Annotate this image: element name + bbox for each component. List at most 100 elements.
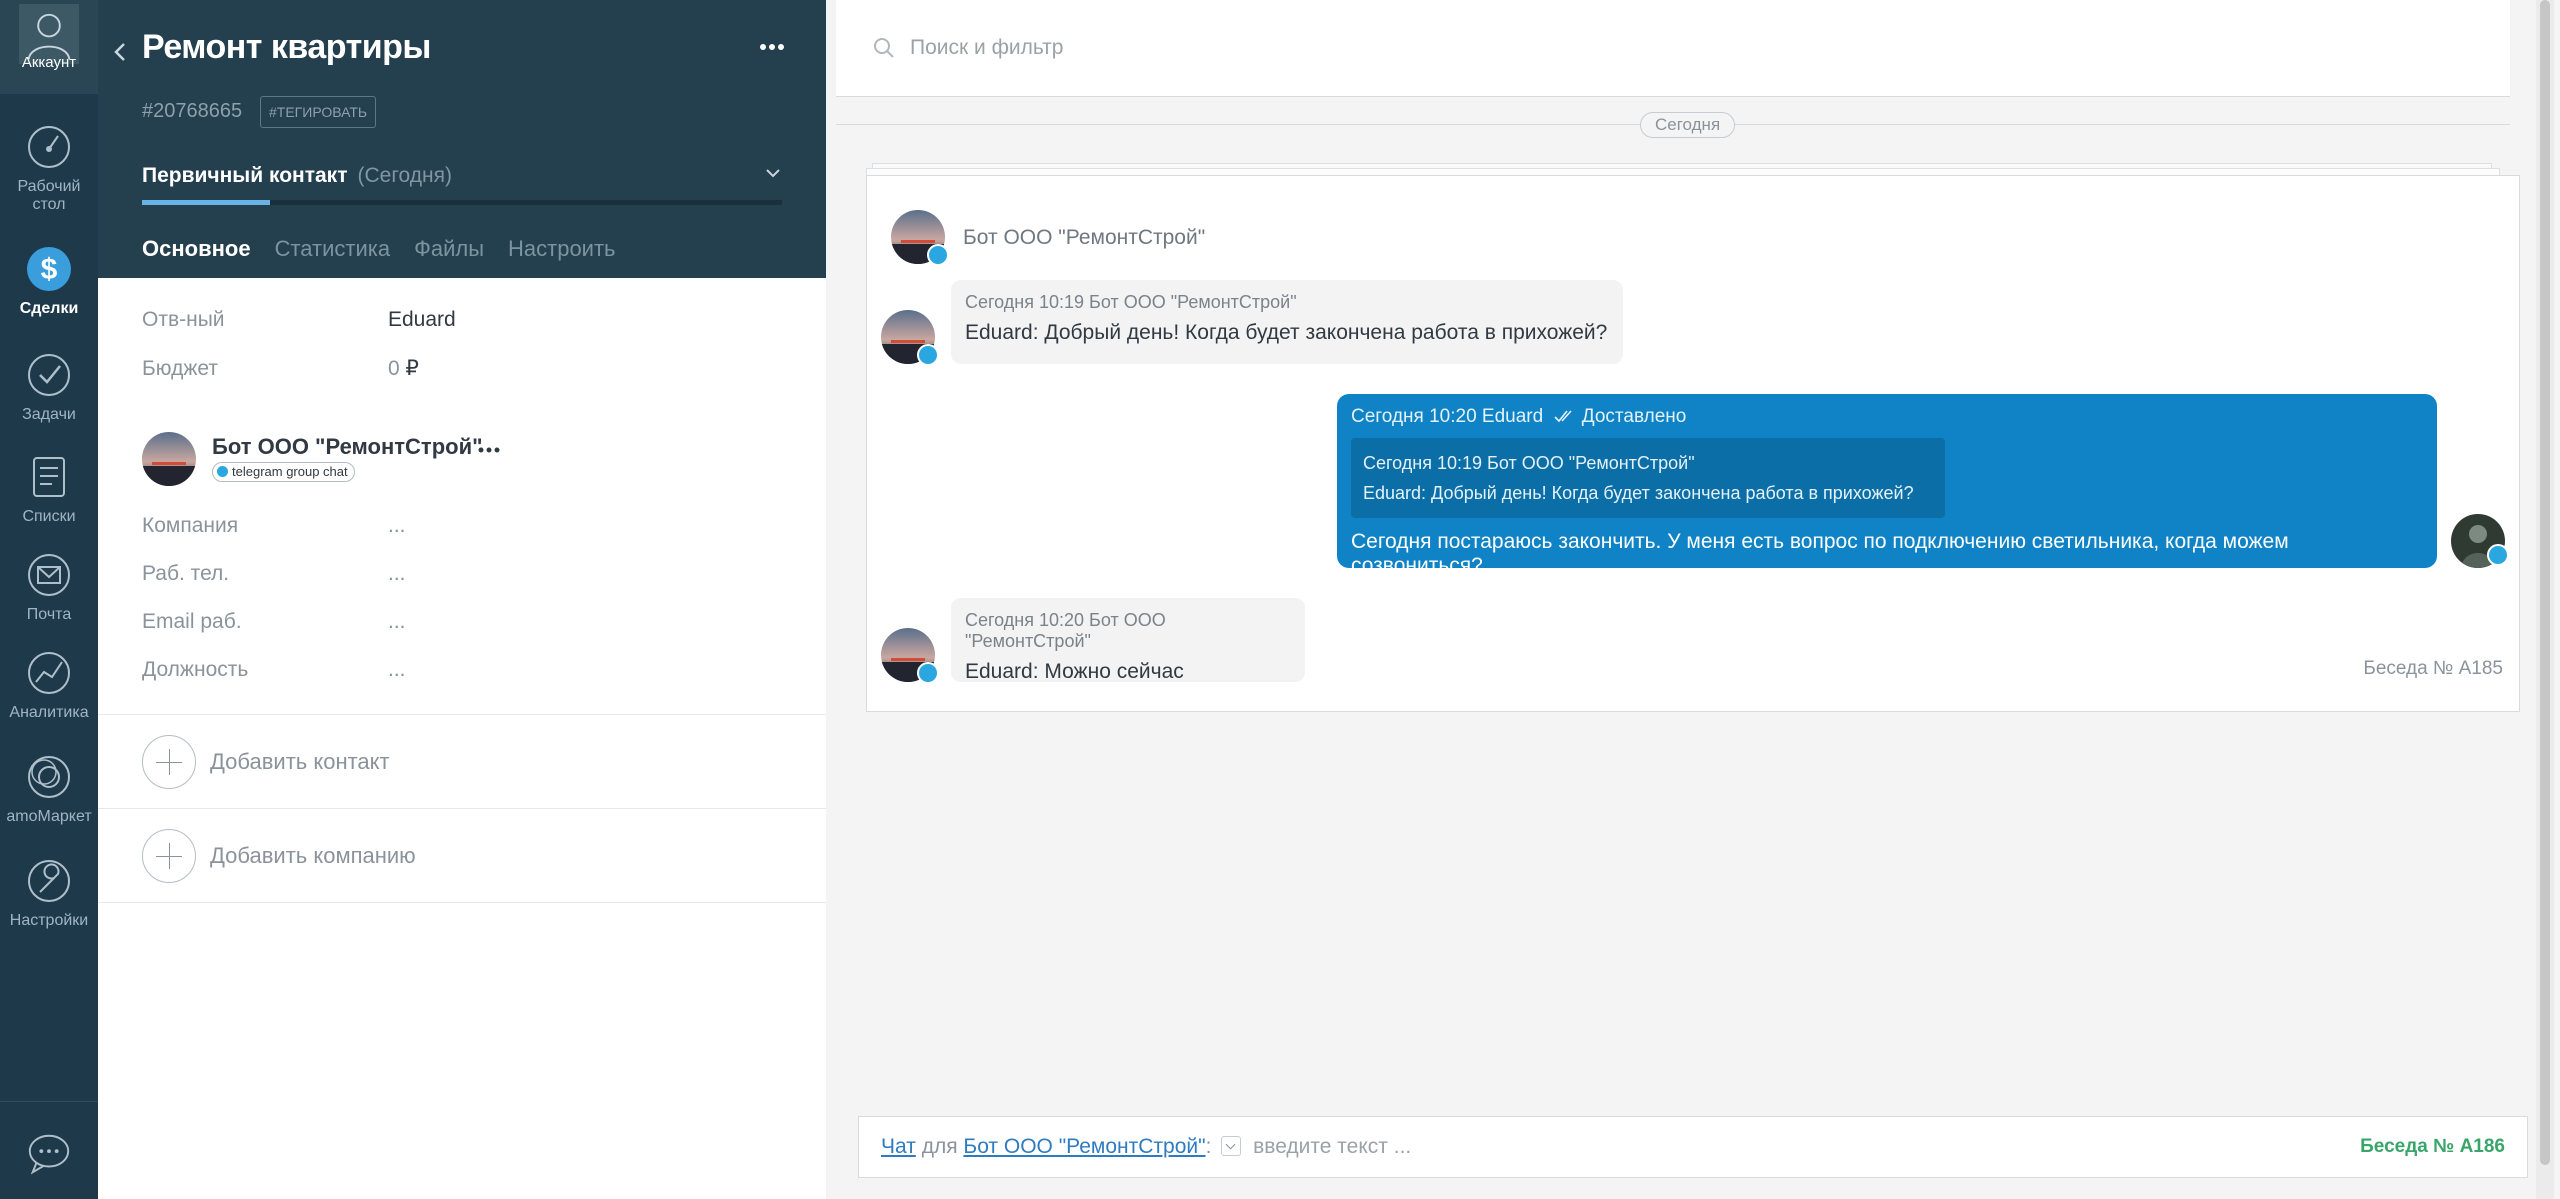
tab-files[interactable]: Файлы xyxy=(414,236,484,278)
responsible-value[interactable]: Eduard xyxy=(388,308,456,331)
field-value[interactable]: ... xyxy=(388,658,406,681)
chat-title[interactable]: Бот ООО "РемонтСтрой" xyxy=(963,226,1205,250)
back-arrow-icon[interactable] xyxy=(110,38,132,66)
contact-more-icon[interactable] xyxy=(478,446,500,454)
budget-amount[interactable]: 0 xyxy=(388,357,400,380)
avatar-image xyxy=(142,432,196,486)
field-value[interactable]: ... xyxy=(388,514,406,537)
nav-label-analytics: Аналитика xyxy=(9,704,89,721)
field-value[interactable]: ... xyxy=(388,562,406,585)
nav-item-deals[interactable]: $ Сделки xyxy=(0,244,98,318)
for-word: для xyxy=(921,1135,958,1158)
field-label: Должность xyxy=(142,658,249,681)
nav-label-dashboard: Рабочий стол xyxy=(17,178,81,213)
telegram-icon xyxy=(927,244,949,266)
nav-label-mail: Почта xyxy=(26,606,72,623)
search-bar[interactable]: Поиск и фильтр xyxy=(836,0,2510,97)
nav-item-account[interactable]: Аккаунт xyxy=(0,0,98,94)
message-text: Eduard: Можно сейчас xyxy=(965,660,1184,683)
nav-item-dashboard[interactable]: Рабочий стол xyxy=(0,122,98,214)
recipient-dropdown-icon[interactable] xyxy=(1221,1136,1242,1156)
telegram-icon xyxy=(217,466,228,477)
dashboard-icon xyxy=(28,126,70,168)
tab-main[interactable]: Основное xyxy=(142,236,251,282)
divider xyxy=(98,902,826,903)
settings-icon xyxy=(28,860,70,902)
date-separator: Сегодня xyxy=(1640,112,1736,138)
scrollbar-thumb[interactable] xyxy=(2540,0,2550,1165)
add-company-label: Добавить компанию xyxy=(210,843,416,868)
search-icon xyxy=(874,38,894,58)
lists-icon xyxy=(33,457,65,497)
currency-symbol: ₽ xyxy=(405,357,419,380)
composer-lead: Чат для Бот ООО "РемонтСтрой": введите т… xyxy=(881,1135,1411,1159)
nav-item-market[interactable]: amoМаркет xyxy=(0,752,98,826)
nav-item-tasks[interactable]: Задачи xyxy=(0,350,98,424)
field-label: Раб. тел. xyxy=(142,562,230,585)
plus-icon xyxy=(142,735,196,789)
message-text: Eduard: Добрый день! Когда будет законче… xyxy=(965,321,1608,344)
chevron-down-icon[interactable] xyxy=(764,166,782,180)
quoted-message[interactable]: Сегодня 10:19 Бот ООО "РемонтСтрой" Edua… xyxy=(1351,438,1945,518)
search-placeholder: Поиск и фильтр xyxy=(910,36,1064,59)
message-incoming: Сегодня 10:20 Бот ООО "РемонтСтрой" Edua… xyxy=(951,598,1305,683)
nav-item-mail[interactable]: Почта xyxy=(0,550,98,624)
field-label: Email раб. xyxy=(142,610,242,633)
deal-card-body: Отв-ный Eduard Бюджет 0 ₽ Бот ООО "РемонтС… xyxy=(98,278,826,1199)
chat-bubble-icon xyxy=(28,1134,70,1175)
quote-text: Eduard: Добрый день! Когда будет законче… xyxy=(1363,483,1914,503)
nav-label-lists: Списки xyxy=(22,508,76,525)
contact-field-position: Должность... xyxy=(142,658,406,682)
feed-panel: Поиск и фильтр Сегодня Бот ООО "РемонтСт… xyxy=(826,0,2560,1199)
message-input[interactable]: введите текст ... xyxy=(1253,1135,1411,1158)
contact-source-badge: telegram group chat xyxy=(212,462,355,482)
nav-item-analytics[interactable]: Аналитика xyxy=(0,648,98,722)
quote-meta: Сегодня 10:19 Бот ООО "РемонтСтрой" xyxy=(1363,453,1695,473)
svg-text:$: $ xyxy=(41,253,58,286)
add-contact-button[interactable]: Добавить контакт xyxy=(142,735,390,789)
chat-widget-button[interactable] xyxy=(0,1101,98,1199)
main-nav: Аккаунт Рабочий стол $ Сделки Задачи Спи xyxy=(0,0,98,1199)
plus-icon xyxy=(142,829,196,883)
nav-item-lists[interactable]: Списки xyxy=(0,452,98,526)
telegram-icon xyxy=(2487,544,2509,566)
deal-card-header: Ремонт квартиры #20768665 #ТЕГИРОВАТЬ Пе… xyxy=(98,0,826,282)
field-budget: Бюджет 0 ₽ xyxy=(142,356,419,381)
tasks-icon xyxy=(28,354,70,396)
more-options-icon[interactable] xyxy=(760,42,784,52)
field-value[interactable]: ... xyxy=(388,610,406,633)
message-composer[interactable]: Чат для Бот ООО "РемонтСтрой": введите т… xyxy=(858,1116,2528,1178)
contact-avatar[interactable] xyxy=(142,432,196,486)
recipient-link[interactable]: Бот ООО "РемонтСтрой" xyxy=(963,1135,1205,1158)
deal-id: #20768665 xyxy=(142,100,243,122)
card-tabs: Основное Статистика Файлы Настроить xyxy=(142,236,640,282)
contact-field-work-email: Email раб.... xyxy=(142,610,406,634)
message-text: Сегодня постараюсь закончить. У меня ест… xyxy=(1351,530,2289,577)
message-meta-text: Сегодня 10:20 Eduard xyxy=(1351,406,1544,427)
pipeline-stage-select[interactable]: Первичный контакт (Сегодня) xyxy=(142,164,452,188)
tab-configure[interactable]: Настроить xyxy=(508,236,616,278)
message-outgoing: Сегодня 10:20 Eduard Доставлено Сегодня … xyxy=(1337,394,2437,577)
tag-button[interactable]: #ТЕГИРОВАТЬ xyxy=(260,96,377,128)
message-meta: Сегодня 10:20 Бот ООО "РемонтСтрой" xyxy=(965,610,1166,651)
field-label: Компания xyxy=(142,514,239,537)
delivery-status: Доставлено xyxy=(1581,406,1687,427)
add-company-button[interactable]: Добавить компанию xyxy=(142,829,416,883)
tab-statistics[interactable]: Статистика xyxy=(275,236,391,278)
deal-title[interactable]: Ремонт квартиры xyxy=(142,28,431,67)
contact-name[interactable]: Бот ООО "РемонтСтрой" xyxy=(212,434,483,460)
chat-type-link[interactable]: Чат xyxy=(881,1135,916,1158)
nav-item-settings[interactable]: Настройки xyxy=(0,856,98,930)
divider xyxy=(98,714,826,715)
badge-label: telegram group chat xyxy=(232,464,348,479)
conversation-label: Беседа № А185 xyxy=(2363,658,2503,679)
field-responsible: Отв-ный Eduard xyxy=(142,308,456,332)
message-meta: Сегодня 10:19 Бот ООО "РемонтСтрой" xyxy=(965,292,1297,312)
stage-name: Первичный контакт xyxy=(142,164,348,187)
mail-icon xyxy=(28,554,70,596)
market-icon xyxy=(28,756,70,798)
delivered-check-icon xyxy=(1554,410,1573,423)
field-label: Отв-ный xyxy=(142,308,225,331)
nav-label-tasks: Задачи xyxy=(22,406,76,423)
field-label: Бюджет xyxy=(142,357,218,380)
